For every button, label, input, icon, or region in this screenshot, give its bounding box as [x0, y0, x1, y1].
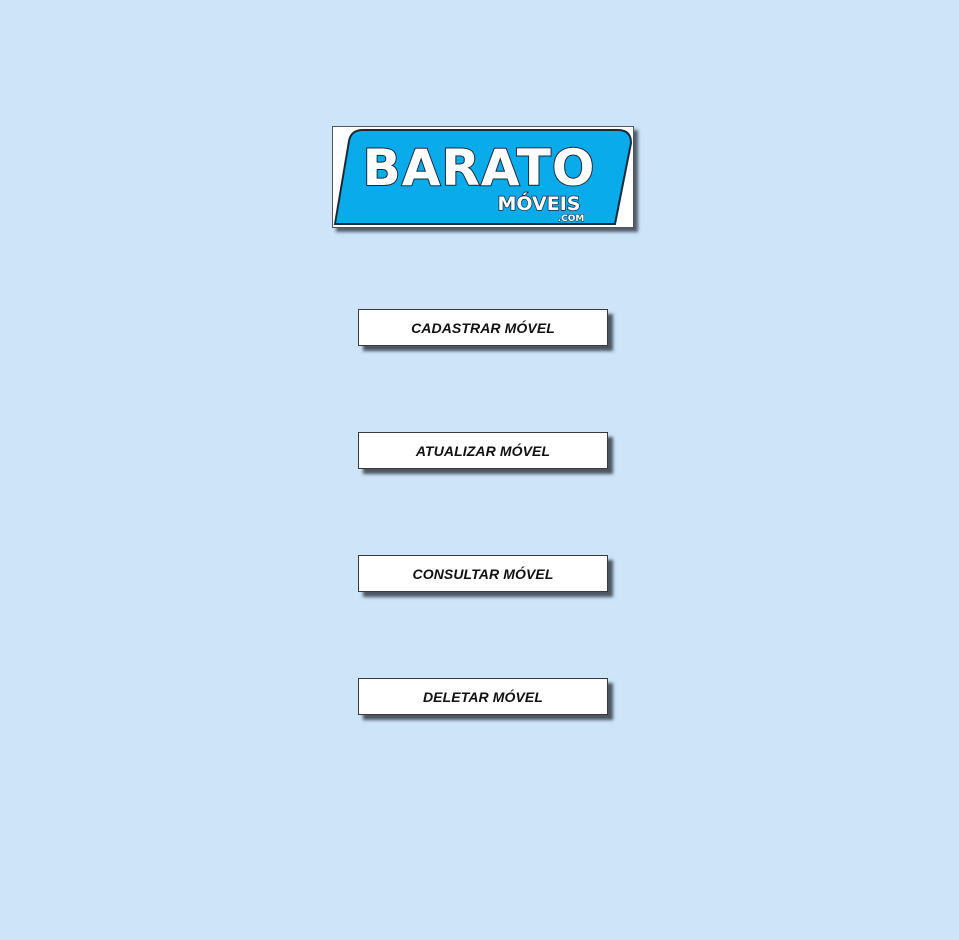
logo-graphic: BARATO MÓVEIS .COM	[333, 129, 633, 225]
logo-word-sub: MÓVEIS	[498, 191, 581, 215]
consultar-movel-button[interactable]: CONSULTAR MÓVEL	[358, 555, 608, 592]
brand-logo: BARATO MÓVEIS .COM	[332, 126, 634, 228]
atualizar-movel-button[interactable]: ATUALIZAR MÓVEL	[358, 432, 608, 469]
logo-word-domain: .COM	[558, 214, 585, 224]
cadastrar-movel-button[interactable]: CADASTRAR MÓVEL	[358, 309, 608, 346]
deletar-movel-button[interactable]: DELETAR MÓVEL	[358, 678, 608, 715]
main-page: BARATO MÓVEIS .COM CADASTRAR MÓVEL ATUAL…	[0, 0, 959, 940]
logo-word-main: BARATO	[363, 139, 596, 197]
